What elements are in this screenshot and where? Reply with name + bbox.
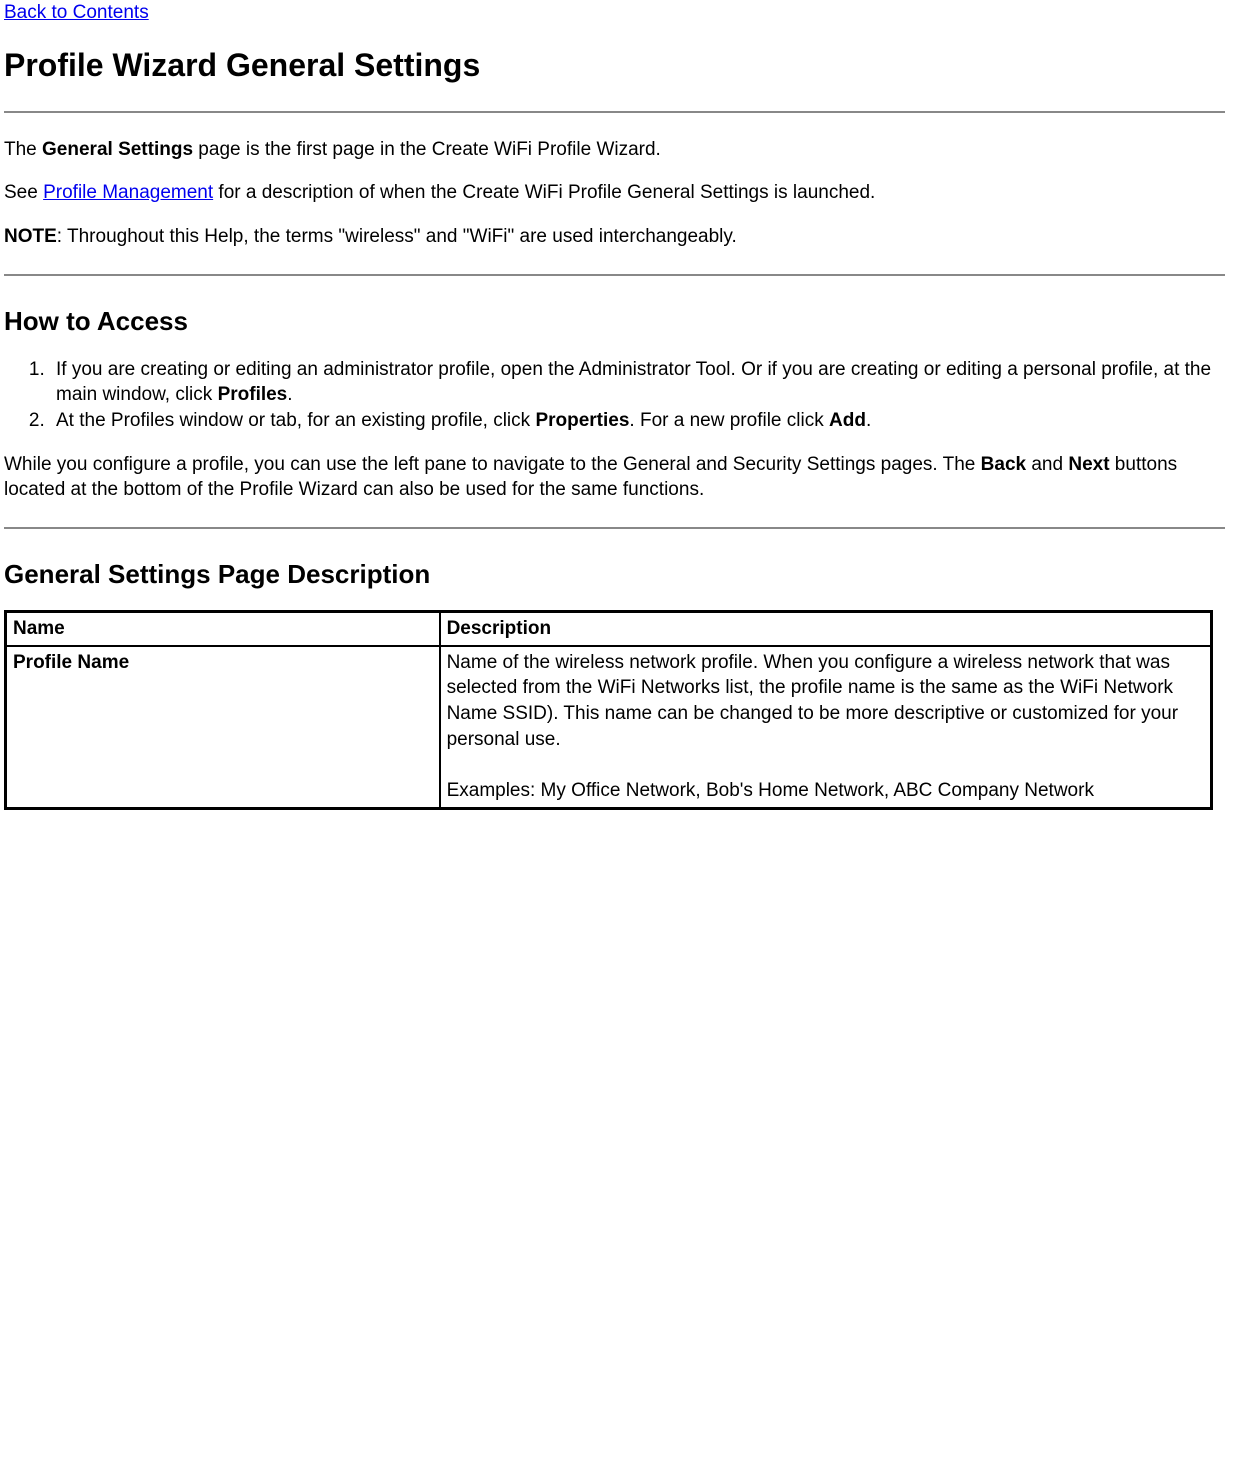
text: and	[1026, 454, 1068, 475]
list-item: If you are creating or editing an admini…	[50, 357, 1225, 408]
bold-text: Next	[1068, 454, 1109, 475]
how-to-access-steps: If you are creating or editing an admini…	[4, 357, 1225, 434]
text: . For a new profile click	[629, 410, 829, 431]
intro-paragraph-2: See Profile Management for a description…	[4, 180, 1225, 206]
table-header-row: Name Description	[6, 612, 1212, 646]
cell-name: Profile Name	[6, 646, 440, 808]
note-label: NOTE	[4, 226, 57, 247]
bold-text: General Settings	[42, 139, 193, 160]
bold-text: Add	[829, 410, 866, 431]
text: Name of the wireless network profile. Wh…	[447, 652, 1179, 750]
list-item: At the Profiles window or tab, for an ex…	[50, 408, 1225, 434]
navigation-paragraph: While you configure a profile, you can u…	[4, 452, 1225, 503]
text: page is the first page in the Create WiF…	[193, 139, 661, 160]
divider	[4, 274, 1225, 276]
back-to-contents-link[interactable]: Back to Contents	[4, 2, 149, 23]
column-header-name: Name	[6, 612, 440, 646]
table-row: Profile Name Name of the wireless networ…	[6, 646, 1212, 808]
text: At the Profiles window or tab, for an ex…	[56, 410, 535, 431]
text: The	[4, 139, 42, 160]
text: : Throughout this Help, the terms "wirel…	[57, 226, 737, 247]
profile-management-link[interactable]: Profile Management	[43, 182, 213, 203]
bold-text: Profiles	[218, 384, 288, 405]
description-table: Name Description Profile Name Name of th…	[4, 610, 1213, 809]
text: Examples: My Office Network, Bob's Home …	[447, 780, 1094, 801]
how-to-access-heading: How to Access	[4, 304, 1225, 339]
note-paragraph: NOTE: Throughout this Help, the terms "w…	[4, 224, 1225, 250]
divider	[4, 111, 1225, 113]
text: for a description of when the Create WiF…	[213, 182, 875, 203]
page-title: Profile Wizard General Settings	[4, 44, 1225, 87]
cell-description: Name of the wireless network profile. Wh…	[440, 646, 1212, 808]
text: See	[4, 182, 43, 203]
bold-text: Properties	[535, 410, 629, 431]
text: While you configure a profile, you can u…	[4, 454, 981, 475]
column-header-description: Description	[440, 612, 1212, 646]
text: .	[287, 384, 292, 405]
bold-text: Back	[981, 454, 1026, 475]
divider	[4, 527, 1225, 529]
general-settings-heading: General Settings Page Description	[4, 557, 1225, 592]
text: .	[866, 410, 871, 431]
intro-paragraph-1: The General Settings page is the first p…	[4, 137, 1225, 163]
